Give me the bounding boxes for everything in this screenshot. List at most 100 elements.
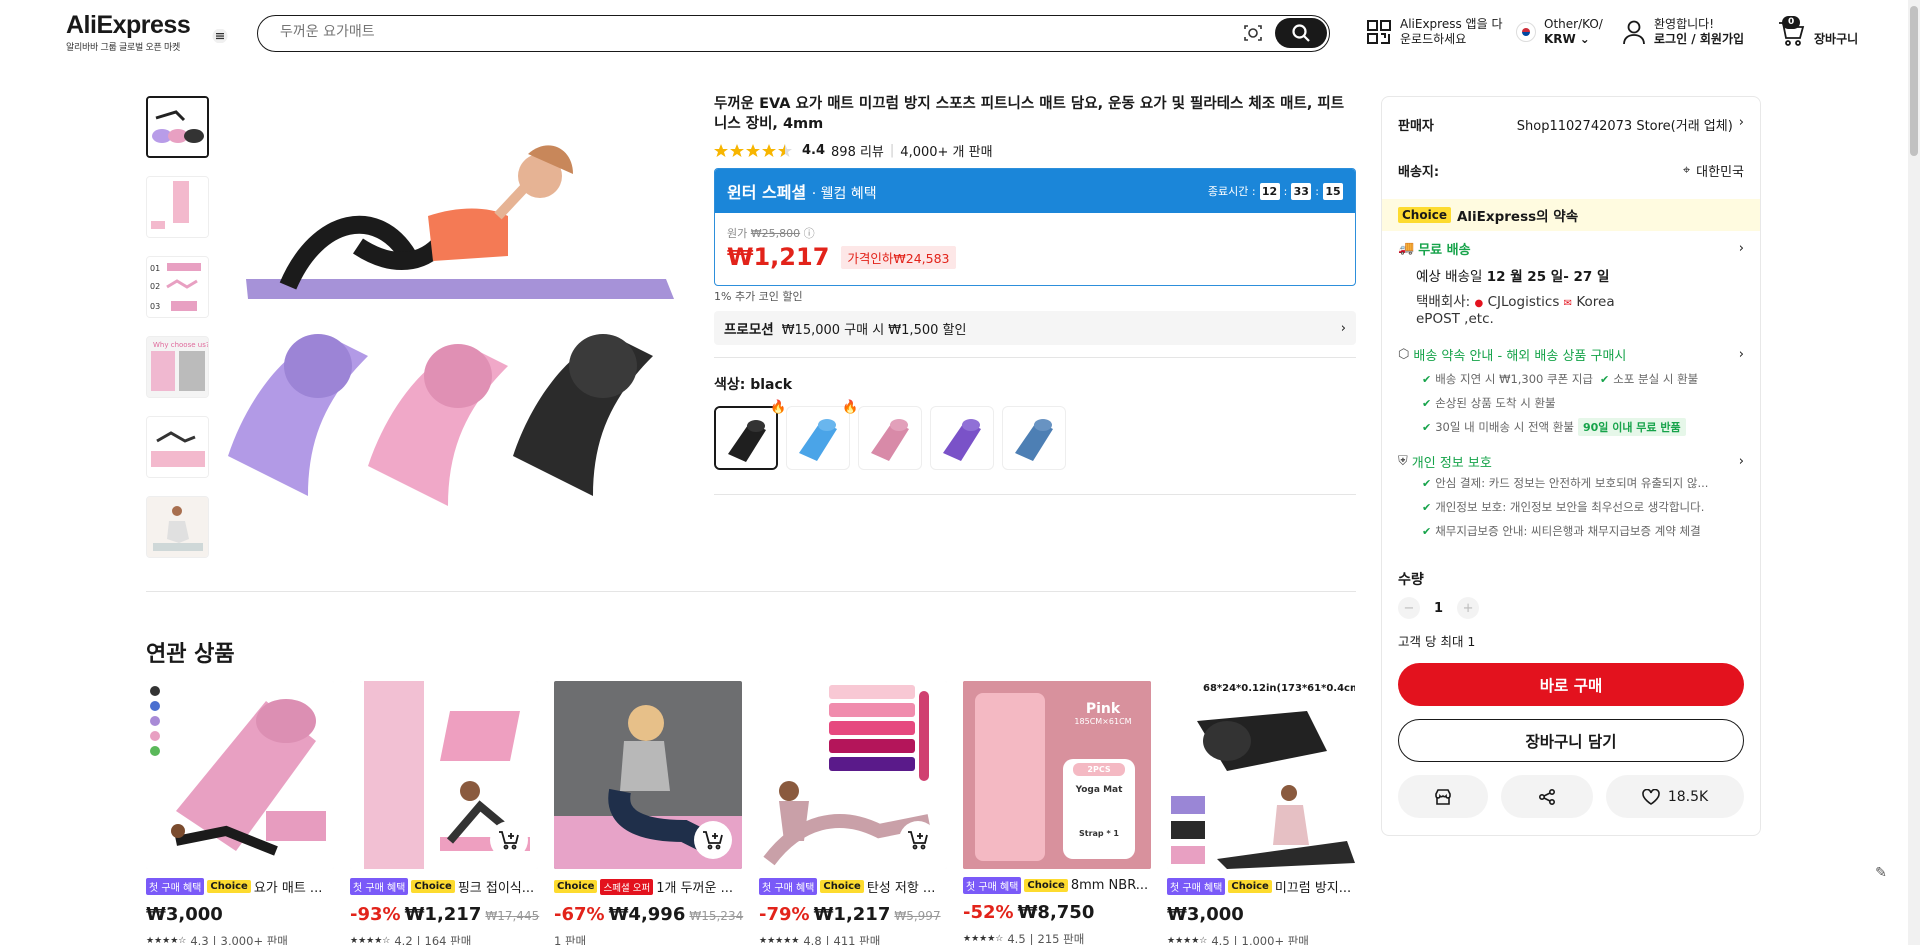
product-card[interactable]: 첫 구매 혜택 Choice 탄성 저항 ... -79% ₩1,217 ₩5,997 …	[759, 681, 947, 945]
color-swatch-pink[interactable]	[858, 406, 922, 470]
product-image[interactable]: 68*24*0.12in(173*61*0.4cm)	[1167, 681, 1355, 869]
product-price: ₩3,000	[1167, 904, 1244, 925]
first-purchase-tag: 첫 구매 혜택	[350, 878, 409, 895]
feedback-edit-icon[interactable]: ✎	[1868, 860, 1894, 886]
product-image[interactable]	[554, 681, 742, 869]
carrier-korea: Korea	[1576, 294, 1615, 310]
sold-count: 4,000+ 개 판매	[900, 145, 993, 160]
promotion-label: 프로모션	[724, 322, 774, 338]
product-sold: 1,000+ 판매	[1241, 934, 1309, 945]
product-discount: -93%	[350, 904, 401, 925]
quantity-limit: 고객 당 최대 1	[1398, 634, 1476, 649]
buy-now-button[interactable]: 바로 구매	[1398, 663, 1744, 706]
product-card[interactable]: Pink 185CM×61CM 2PCS Yoga Mat Strap * 1 …	[963, 681, 1151, 945]
product-card[interactable]: 68*24*0.12in(173*61*0.4cm) 첫 구매 혜택 Choice…	[1167, 681, 1355, 945]
scrollbar-thumb[interactable]	[1910, 6, 1918, 156]
eta-dates: 12 월 25 일- 27 일	[1486, 269, 1610, 285]
check-icon: ✔	[1422, 372, 1432, 386]
share-icon	[1538, 788, 1556, 805]
current-price: ₩1,217	[727, 243, 830, 271]
review-count[interactable]: 898 리뷰	[831, 141, 884, 160]
color-swatch-sky-blue[interactable]	[786, 406, 850, 470]
store-button[interactable]	[1398, 775, 1488, 818]
login-link[interactable]: 로그인 / 회원가입	[1654, 32, 1744, 47]
search-button[interactable]	[1275, 18, 1327, 48]
ship-to-row[interactable]: 배송지: ⌖ 대한민국	[1398, 161, 1744, 180]
free-shipping-row[interactable]: 🚚 무료 배송 ›	[1398, 239, 1744, 258]
promise-item: ✔ 소포 분실 시 환불	[1600, 372, 1699, 386]
gallery-thumb-1[interactable]	[146, 96, 209, 158]
add-to-cart-icon[interactable]	[899, 821, 937, 859]
product-card[interactable]: 첫 구매 혜택 Choice 핑크 접이식... -93% ₩1,217 ₩17,445…	[350, 681, 539, 945]
locale-selector[interactable]: Other/KO/KRW ⌄	[1516, 17, 1603, 47]
seller-row[interactable]: 판매자 Shop1102742073 Store(거래 업체) ›	[1398, 115, 1744, 134]
product-image[interactable]	[759, 681, 947, 869]
gallery-thumb-3[interactable]: 01 02 03	[146, 256, 209, 318]
currency-label: KRW	[1544, 32, 1576, 46]
carrier-cj: CJLogistics	[1487, 294, 1560, 310]
main-product-image[interactable]	[228, 96, 690, 513]
locale-line1: Other/KO/	[1544, 17, 1603, 31]
product-name: 1개 두꺼운 ...	[656, 881, 733, 896]
promotion-row[interactable]: 프로모션 ₩15,000 구매 시 ₩1,500 할인 ›	[714, 311, 1356, 345]
product-image[interactable]	[350, 681, 538, 869]
product-image[interactable]	[146, 681, 334, 869]
delivery-promise-row[interactable]: ⬡ 배송 약속 안내 - 해외 배송 상품 구매시 ›	[1398, 345, 1744, 364]
first-purchase-tag: 첫 구매 혜택	[1167, 878, 1226, 895]
app-download[interactable]: AliExpress 앱을 다 운로드하세요	[1366, 17, 1502, 47]
info-icon[interactable]: ⓘ	[804, 227, 815, 240]
product-sold: 215 판매	[1037, 932, 1085, 945]
aliexpress-logo[interactable]: AliExpress 알리바바 그룹 글로벌 오픈 마켓	[66, 12, 191, 53]
coin-discount-note: 1% 추가 코인 할인	[714, 290, 803, 303]
gallery-thumb-2[interactable]	[146, 176, 209, 238]
choice-tag: Choice	[1024, 879, 1068, 892]
app-download-line1: AliExpress 앱을 다	[1400, 17, 1503, 31]
add-to-cart-button[interactable]: 장바구니 담기	[1398, 719, 1744, 762]
image-search-icon[interactable]	[1242, 22, 1264, 44]
color-swatch-black[interactable]	[714, 406, 778, 470]
chevron-right-icon: ›	[1738, 115, 1744, 130]
free-return-badge: 90일 이내 무료 반품	[1577, 418, 1686, 436]
color-swatch-blue[interactable]	[1002, 406, 1066, 470]
star-rating-icon: ★★★★☆	[146, 936, 187, 945]
first-purchase-tag: 첫 구매 혜택	[963, 877, 1022, 894]
check-icon: ✔	[1422, 476, 1432, 490]
hot-flame-icon: 🔥	[770, 400, 787, 415]
share-button[interactable]	[1501, 775, 1593, 818]
overlay-size: 68*24*0.12in(173*61*0.4cm)	[1203, 683, 1355, 694]
privacy-title: 개인 정보 보호	[1411, 456, 1492, 471]
shield-icon: ⛨	[1398, 454, 1408, 469]
korea-flag-icon	[1516, 22, 1536, 42]
privacy-row[interactable]: ⛨ 개인 정보 보호 ›	[1398, 452, 1744, 471]
eta-prefix: 예상 배송일	[1416, 269, 1483, 285]
product-image[interactable]: Pink 185CM×61CM 2PCS Yoga Mat Strap * 1	[963, 681, 1151, 869]
add-to-cart-icon[interactable]	[490, 821, 528, 859]
rating-row[interactable]: 4.4 898 리뷰 | 4,000+ 개 판매	[714, 141, 993, 160]
category-menu-icon[interactable]	[209, 25, 231, 47]
color-swatch-purple[interactable]	[930, 406, 994, 470]
seller-name[interactable]: Shop1102742073 Store(거래 업체)	[1517, 115, 1733, 134]
ship-to-country: 대한민국	[1696, 165, 1744, 180]
wishlist-button[interactable]: 18.5K	[1606, 775, 1744, 818]
super-deal-tag: 스페셜 오퍼	[600, 878, 654, 895]
overlay-title: Pink	[1085, 701, 1121, 717]
product-discount: -79%	[759, 904, 810, 925]
gallery-thumb-5[interactable]	[146, 416, 209, 478]
account-menu[interactable]: 환영합니다! 로그인 / 회원가입	[1622, 17, 1744, 47]
privacy-item: ✔ 개인정보 보호: 개인정보 보안을 최우선으로 생각합니다.	[1422, 500, 1705, 514]
quantity-value[interactable]: 1	[1434, 601, 1443, 616]
rating-value: 4.4	[802, 143, 826, 158]
first-purchase-tag: 첫 구매 혜택	[759, 878, 818, 895]
original-price: ₩25,800	[750, 227, 801, 240]
search-input[interactable]	[280, 24, 1180, 40]
first-purchase-tag: 첫 구매 혜택	[146, 878, 205, 895]
gallery-thumb-6[interactable]	[146, 496, 209, 558]
add-to-cart-icon[interactable]	[694, 821, 732, 859]
gallery-thumb-4[interactable]: Why choose us?	[146, 336, 209, 398]
quantity-increase-button[interactable]: +	[1457, 597, 1480, 619]
quantity-decrease-button[interactable]: −	[1398, 597, 1420, 619]
quantity-stepper: − 1 +	[1398, 597, 1480, 619]
product-card[interactable]: Choice 스페셜 오퍼 1개 두꺼운 ... -67% ₩4,996 ₩15,234…	[554, 681, 743, 945]
product-card[interactable]: 첫 구매 혜택 Choice 요가 매트 ... ₩3,000 ★★★★☆ 4.3 | 3…	[146, 681, 334, 945]
product-name: 8mm NBR...	[1070, 878, 1149, 893]
